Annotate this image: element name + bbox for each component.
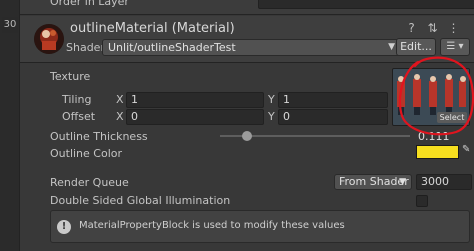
shader-dropdown[interactable]: Unlit/outlineShaderTest ▼ xyxy=(102,39,402,56)
chevron-down-icon: ▼ xyxy=(388,42,395,52)
chevron-down-icon: ▼ xyxy=(399,177,406,187)
slider-handle[interactable] xyxy=(242,131,252,141)
offset-label: Offset xyxy=(62,110,96,123)
settings-sliders-icon[interactable]: ⇅ xyxy=(426,22,439,35)
left-gutter: 30 xyxy=(0,0,20,251)
order-in-layer-label: Order in Layer xyxy=(50,0,129,8)
material-preview-icon[interactable] xyxy=(34,24,64,54)
edit-shader-button[interactable]: Edit... xyxy=(396,38,436,56)
outline-thickness-label: Outline Thickness xyxy=(50,130,148,143)
offset-x-label: X xyxy=(116,110,124,123)
offset-y-field[interactable]: 0 xyxy=(278,109,388,125)
help-icon[interactable]: ? xyxy=(405,22,418,35)
material-title: outlineMaterial (Material) xyxy=(70,21,235,36)
info-helpbox-text: MaterialPropertyBlock is used to modify … xyxy=(79,220,345,231)
render-queue-label: Render Queue xyxy=(50,176,129,189)
shader-value: Unlit/outlineShaderTest xyxy=(108,41,236,54)
outline-color-label: Outline Color xyxy=(50,147,123,160)
offset-y-label: Y xyxy=(268,110,275,123)
material-header: outlineMaterial (Material) ? ⇅ ⋮ Shader … xyxy=(20,16,474,63)
gutter-number: 30 xyxy=(2,17,18,33)
info-icon: ! xyxy=(57,220,71,234)
texture-slot[interactable]: Select xyxy=(392,68,470,126)
render-queue-dropdown[interactable]: From Shader ▼ xyxy=(334,174,412,190)
outline-thickness-value[interactable]: 0.111 xyxy=(418,130,450,143)
tiling-x-field[interactable]: 1 xyxy=(126,92,264,108)
list-menu-icon[interactable]: ☰ ▾ xyxy=(440,38,470,56)
more-icon[interactable]: ⋮ xyxy=(447,22,460,35)
render-queue-value-field[interactable]: 3000 xyxy=(416,174,472,190)
texture-select-button[interactable]: Select xyxy=(437,112,467,123)
shader-label: Shader xyxy=(66,41,105,54)
offset-x-field[interactable]: 0 xyxy=(126,109,264,125)
sorting-order-row: Order in Layer xyxy=(20,0,474,15)
outline-color-swatch[interactable] xyxy=(416,145,459,159)
tiling-x-label: X xyxy=(116,93,124,106)
material-properties: Texture Tiling X 1 Y 1 Offset X 0 Y 0 Se… xyxy=(20,64,474,251)
double-sided-gi-checkbox[interactable] xyxy=(416,195,428,207)
info-helpbox: ! MaterialPropertyBlock is used to modif… xyxy=(50,210,470,243)
double-sided-gi-label: Double Sided Global Illumination xyxy=(50,194,231,207)
tiling-y-field[interactable]: 1 xyxy=(278,92,388,108)
eyedropper-icon[interactable]: ✎ xyxy=(462,144,472,155)
tiling-y-label: Y xyxy=(268,93,275,106)
order-in-layer-field[interactable] xyxy=(258,0,474,9)
tiling-label: Tiling xyxy=(62,93,92,106)
texture-label: Texture xyxy=(50,70,91,83)
